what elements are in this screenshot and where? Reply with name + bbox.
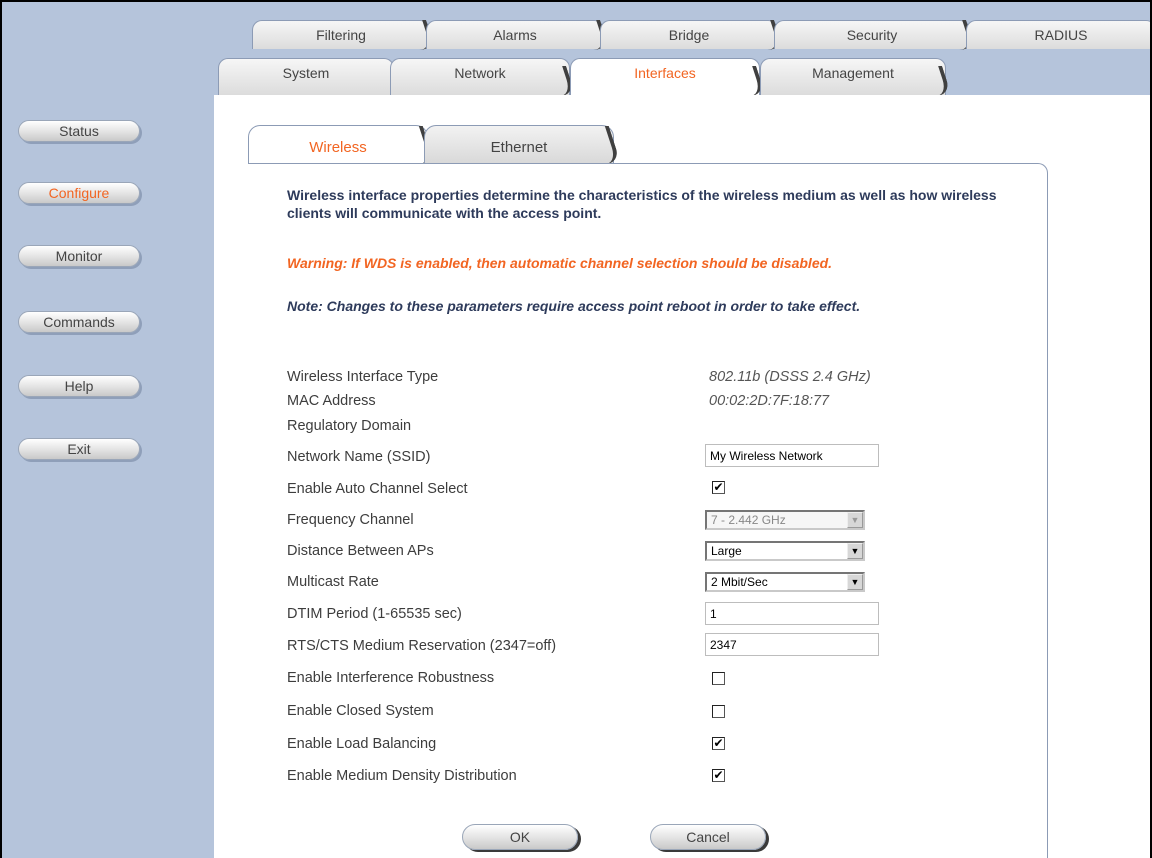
tab-label: Security (846, 27, 898, 43)
ssid-label: Network Name (SSID) (287, 449, 431, 465)
auto-channel-checkbox[interactable]: ✔ (712, 481, 725, 494)
commands-button[interactable]: Commands (18, 311, 140, 333)
multicast-rate-label: Multicast Rate (287, 574, 379, 590)
tab-label: Wireless (309, 139, 367, 156)
chevron-down-icon: ▼ (847, 512, 863, 528)
status-button[interactable]: Status (18, 120, 140, 142)
regulatory-domain-label: Regulatory Domain (287, 418, 412, 434)
tab-interfaces[interactable]: Interfaces (570, 58, 766, 96)
tab-system[interactable]: System (218, 58, 394, 95)
ssid-input[interactable] (705, 444, 879, 467)
content-area: Wireless Ethernet Wireless interface pro… (214, 95, 1150, 858)
cancel-button[interactable]: Cancel (650, 824, 766, 850)
interference-checkbox[interactable] (712, 672, 725, 685)
iface-type-label: Wireless Interface Type (287, 369, 439, 385)
interference-label: Enable Interference Robustness (287, 670, 495, 686)
intro-text: Wireless interface properties determine … (287, 187, 997, 221)
multicast-rate-select[interactable]: 2 Mbit/Sec ▼ (705, 572, 865, 592)
distance-select[interactable]: Large ▼ (705, 541, 865, 561)
tab-network[interactable]: Network (390, 58, 576, 96)
closed-system-label: Enable Closed System (287, 703, 434, 719)
dtim-input[interactable] (705, 602, 879, 625)
medium-density-checkbox[interactable]: ✔ (712, 769, 725, 782)
tab-label: Bridge (668, 27, 710, 43)
tab-bridge[interactable]: Bridge (600, 20, 784, 50)
tab-label: System (282, 65, 330, 81)
tab-curl-icon (592, 126, 622, 164)
tab-label: Filtering (316, 27, 366, 43)
main-tab-bar: Filtering Alarms Bridge Security RADIUS … (214, 2, 1150, 96)
ok-button[interactable]: OK (462, 824, 578, 850)
browser-frame: Status Configure Monitor Commands Help E… (0, 0, 1152, 858)
tab-management[interactable]: Management (760, 58, 952, 96)
sidebar: Status Configure Monitor Commands Help E… (2, 2, 214, 858)
select-value: Large (711, 544, 742, 558)
note-text: Note: Changes to these parameters requir… (287, 298, 861, 314)
tab-label: Interfaces (634, 65, 696, 81)
tab-label: Ethernet (490, 139, 548, 156)
auto-channel-label: Enable Auto Channel Select (287, 481, 468, 497)
load-balancing-label: Enable Load Balancing (287, 736, 437, 752)
tab-alarms[interactable]: Alarms (426, 20, 610, 50)
tab-label: Management (812, 65, 894, 81)
exit-button[interactable]: Exit (18, 438, 140, 460)
configure-button[interactable]: Configure (18, 182, 140, 204)
chevron-down-icon: ▼ (847, 543, 863, 559)
closed-system-checkbox[interactable] (712, 705, 725, 718)
tab-radius[interactable]: RADIUS (966, 20, 1150, 49)
tab-security[interactable]: Security (774, 20, 976, 50)
rts-label: RTS/CTS Medium Reservation (2347=off) (287, 638, 557, 654)
select-value: 7 - 2.442 GHz (711, 513, 786, 527)
load-balancing-checkbox[interactable]: ✔ (712, 737, 725, 750)
chevron-down-icon: ▼ (847, 574, 863, 590)
iface-type-value: 802.11b (DSSS 2.4 GHz) (709, 369, 871, 385)
mac-address-label: MAC Address (287, 393, 376, 409)
tab-wireless[interactable]: Wireless (248, 125, 436, 164)
medium-density-label: Enable Medium Density Distribution (287, 768, 517, 784)
dtim-label: DTIM Period (1-65535 sec) (287, 606, 462, 622)
warning-text: Warning: If WDS is enabled, then automat… (287, 255, 833, 271)
mac-address-value: 00:02:2D:7F:18:77 (709, 393, 830, 409)
tab-filtering[interactable]: Filtering (252, 20, 436, 50)
monitor-button[interactable]: Monitor (18, 245, 140, 267)
select-value: 2 Mbit/Sec (711, 575, 768, 589)
frequency-channel-label: Frequency Channel (287, 512, 414, 528)
help-button[interactable]: Help (18, 375, 140, 397)
tab-label: RADIUS (1034, 27, 1088, 43)
frequency-channel-select[interactable]: 7 - 2.442 GHz ▼ (705, 510, 865, 530)
tab-label: Alarms (493, 27, 537, 43)
rts-input[interactable] (705, 633, 879, 656)
distance-label: Distance Between APs (287, 543, 434, 559)
tab-label: Network (454, 65, 506, 81)
tab-ethernet[interactable]: Ethernet (424, 125, 622, 164)
tab-curl-icon (926, 66, 952, 96)
sub-tab-bar: Wireless Ethernet (248, 125, 1048, 164)
